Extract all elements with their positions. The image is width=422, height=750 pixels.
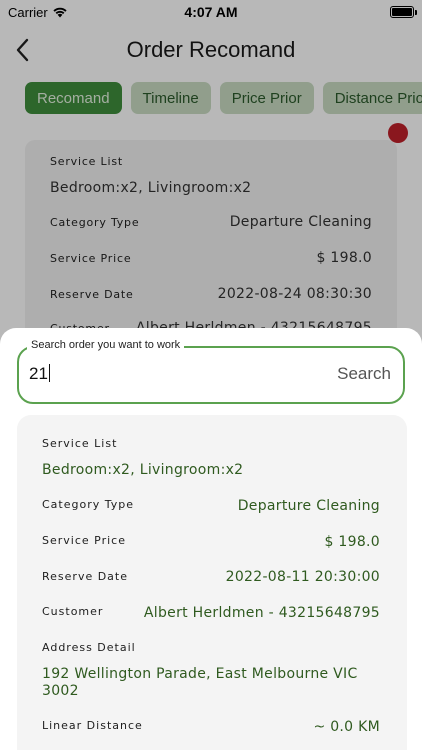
- result-distance-value: ~ 0.0 KM: [313, 719, 380, 735]
- search-field[interactable]: Search order you want to work 21 Search: [17, 339, 405, 404]
- result-service-list-label: Service List: [42, 437, 118, 450]
- search-field-label: Search order you want to work: [27, 339, 185, 351]
- search-input[interactable]: 21: [29, 364, 51, 384]
- result-service-list-value: Bedroom:x2, Livingroom:x2: [42, 462, 244, 478]
- result-date-label: Reserve Date: [42, 570, 129, 583]
- result-date-value: 2022-08-11 20:30:00: [225, 569, 380, 585]
- search-input-value: 21: [29, 364, 48, 383]
- search-sheet: Search order you want to work 21 Search …: [0, 328, 422, 750]
- result-price-label: Service Price: [42, 534, 126, 547]
- result-order-card[interactable]: Service List Bedroom:x2, Livingroom:x2 C…: [17, 415, 407, 750]
- search-button[interactable]: Search: [337, 364, 391, 384]
- result-address-value: 192 Wellington Parade, East Melbourne VI…: [42, 666, 358, 699]
- result-customer-label: Customer: [42, 605, 104, 618]
- result-category-value: Departure Cleaning: [237, 498, 380, 514]
- result-price-value: $ 198.0: [324, 534, 380, 550]
- result-customer-value: Albert Herldmen - 43215648795: [143, 605, 380, 621]
- result-category-label: Category Type: [42, 498, 135, 511]
- text-caret: [48, 364, 51, 382]
- result-distance-label: Linear Distance: [42, 719, 143, 732]
- result-address-label: Address Detail: [42, 641, 136, 654]
